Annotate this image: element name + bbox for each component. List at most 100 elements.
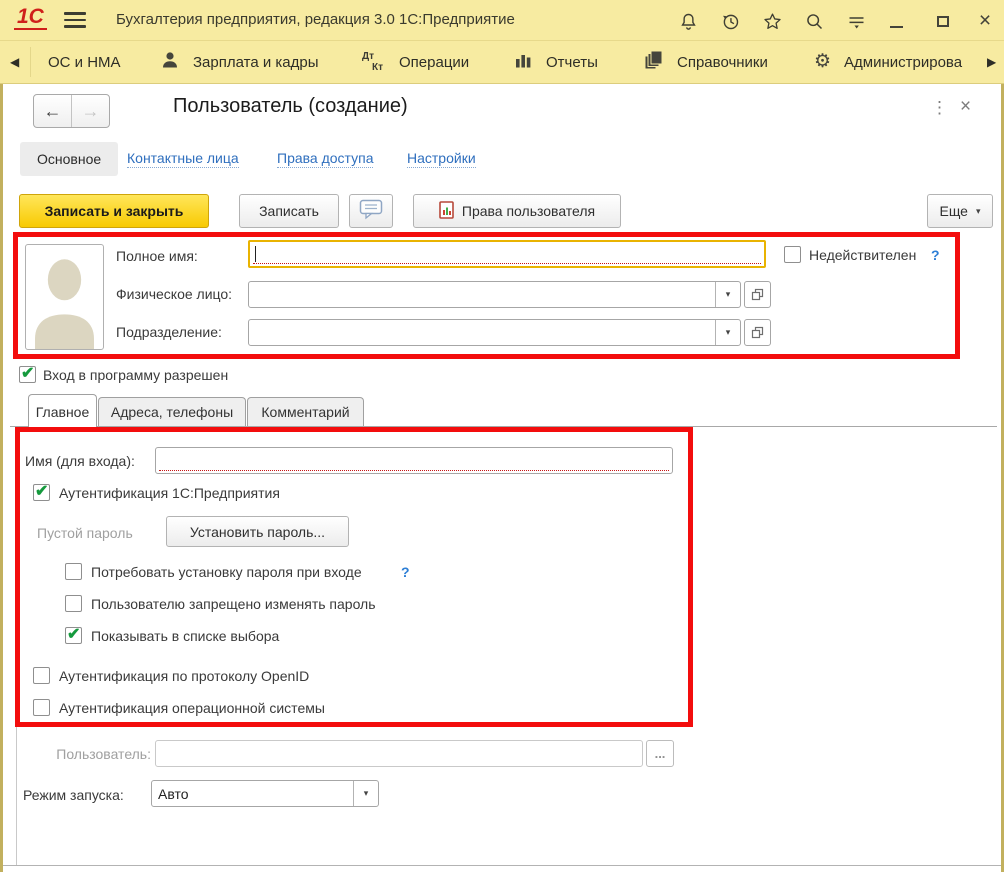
save-and-close-button[interactable]: Записать и закрыть [19, 194, 209, 228]
choose-from-list-icon [751, 288, 764, 301]
bar-chart-icon [514, 51, 533, 73]
all-functions-icon[interactable] [844, 9, 868, 33]
login-name-label: Имя (для входа): [25, 453, 135, 469]
tab-label: Основное [37, 151, 101, 167]
form-bottom-border [3, 865, 1001, 866]
show-in-chooser-label: Показывать в списке выбора [91, 628, 279, 644]
forbid-password-change-label: Пользователю запрещено изменять пароль [91, 596, 376, 612]
require-password-help-icon[interactable]: ? [401, 564, 410, 580]
run-mode-combobox[interactable]: Авто ▾ [151, 780, 379, 807]
os-user-select-button[interactable]: ... [646, 740, 674, 767]
run-mode-label: Режим запуска: [23, 787, 124, 803]
back-button[interactable]: ← [34, 95, 72, 127]
form-close-icon[interactable]: × [960, 96, 971, 118]
comment-button[interactable] [349, 194, 393, 228]
page-title: Пользователь (создание) [173, 95, 408, 118]
empty-password-label: Пустой пароль [37, 525, 133, 541]
require-password-set-checkbox[interactable] [65, 563, 82, 580]
notifications-bell-icon[interactable] [676, 9, 700, 33]
search-icon[interactable] [802, 9, 826, 33]
auth-1c-checkbox[interactable] [33, 484, 50, 501]
department-pick-button[interactable] [744, 319, 771, 346]
link-prava-dostupa[interactable]: Права доступа [277, 150, 373, 168]
section-zarplata-i-kadry[interactable]: Зарплата и кадры [160, 41, 319, 83]
choose-from-list-icon [751, 326, 764, 339]
person-label: Физическое лицо: [116, 286, 232, 302]
invalid-help-icon[interactable]: ? [931, 247, 940, 263]
login-allowed-label: Вход в программу разрешен [43, 367, 228, 383]
section-spravochniki[interactable]: Справочники [643, 41, 768, 83]
nav-scroll-right-icon[interactable]: ▶ [987, 41, 996, 83]
forbid-password-change-checkbox[interactable] [65, 595, 82, 612]
section-label: Операции [399, 54, 469, 71]
require-password-set-label: Потребовать установку пароля при входе [91, 564, 362, 580]
person-combobox[interactable]: ▾ [248, 281, 741, 308]
link-kontaktnye-litsa[interactable]: Контактные лица [127, 150, 239, 168]
tab-glavnoe[interactable]: Главное [28, 394, 97, 428]
run-mode-value: Авто [152, 781, 353, 806]
tab-panel-left-border [16, 427, 17, 865]
link-nastroyki[interactable]: Настройки [407, 150, 476, 168]
tab-adresa-telefony[interactable]: Адреса, телефоны [98, 397, 246, 426]
save-button[interactable]: Записать [239, 194, 339, 228]
user-avatar[interactable] [25, 244, 104, 350]
titlebar: 1С Бухгалтерия предприятия, редакция 3.0… [0, 0, 1004, 40]
button-label: Записать [259, 203, 319, 219]
os-auth-label: Аутентификация операционной системы [59, 700, 325, 716]
maximize-icon[interactable] [931, 9, 955, 33]
section-otchety[interactable]: Отчеты [514, 41, 598, 83]
tab-label: Главное [36, 404, 90, 420]
section-operatsii[interactable]: Дт Кт Операции [362, 41, 469, 83]
tab-label: Комментарий [261, 404, 349, 420]
window-title: Бухгалтерия предприятия, редакция 3.0 1С… [116, 11, 515, 28]
books-icon [643, 50, 664, 75]
section-label: Зарплата и кадры [193, 54, 319, 71]
person-icon [160, 50, 180, 74]
invalid-label: Недействителен [809, 247, 916, 263]
nav-scroll-left-icon[interactable]: ◀ [10, 41, 19, 83]
history-icon[interactable] [718, 9, 742, 33]
minimize-icon[interactable] [884, 9, 908, 33]
show-in-chooser-checkbox[interactable] [65, 627, 82, 644]
os-user-field [155, 740, 643, 767]
more-button[interactable]: Еще ▾ [927, 194, 993, 228]
section-administrirovanie[interactable]: ⚙ Администрирова [814, 41, 984, 83]
button-label: Записать и закрыть [45, 203, 184, 219]
tab-kommentariy[interactable]: Комментарий [247, 397, 364, 426]
user-rights-button[interactable]: Права пользователя [413, 194, 621, 228]
person-pick-button[interactable] [744, 281, 771, 308]
auth-1c-label: Аутентификация 1С:Предприятия [59, 485, 280, 501]
form-menu-dots-icon[interactable]: ⋮ [931, 98, 949, 118]
login-name-field[interactable] [155, 447, 673, 474]
dt-kt-icon: Дт Кт [362, 51, 386, 73]
comment-bubble-icon [359, 199, 383, 223]
sections-panel: ◀ ОС и НМА Зарплата и кадры Дт Кт Операц… [0, 40, 1004, 84]
text-cursor [255, 246, 256, 262]
tabstrip-border [10, 426, 997, 427]
os-auth-checkbox[interactable] [33, 699, 50, 716]
chevron-down-icon: ▾ [976, 206, 981, 217]
section-os-i-nma[interactable]: ОС и НМА [48, 41, 121, 83]
section-label: Справочники [677, 54, 768, 71]
dropdown-arrow-icon[interactable]: ▾ [353, 781, 378, 806]
history-nav-buttons: ← → [33, 94, 110, 128]
login-allowed-checkbox[interactable] [19, 366, 36, 383]
button-label: Права пользователя [462, 203, 595, 219]
tab-osnovnoe[interactable]: Основное [20, 142, 118, 176]
full-name-field[interactable] [248, 240, 766, 268]
set-password-button[interactable]: Установить пароль... [166, 516, 349, 547]
openid-auth-checkbox[interactable] [33, 667, 50, 684]
department-combobox[interactable]: ▾ [248, 319, 741, 346]
section-label: Администрирова [844, 54, 962, 71]
main-menu-icon[interactable] [64, 12, 86, 28]
openid-auth-label: Аутентификация по протоколу OpenID [59, 668, 309, 684]
invalid-checkbox[interactable] [784, 246, 801, 263]
favorites-star-icon[interactable] [760, 9, 784, 33]
close-window-icon[interactable]: × [973, 9, 997, 33]
department-label: Подразделение: [116, 324, 222, 340]
nav-divider [30, 47, 31, 77]
forward-button: → [72, 95, 109, 127]
dropdown-arrow-icon[interactable]: ▾ [715, 320, 740, 345]
dropdown-arrow-icon[interactable]: ▾ [715, 282, 740, 307]
ellipsis-icon: ... [655, 746, 666, 761]
